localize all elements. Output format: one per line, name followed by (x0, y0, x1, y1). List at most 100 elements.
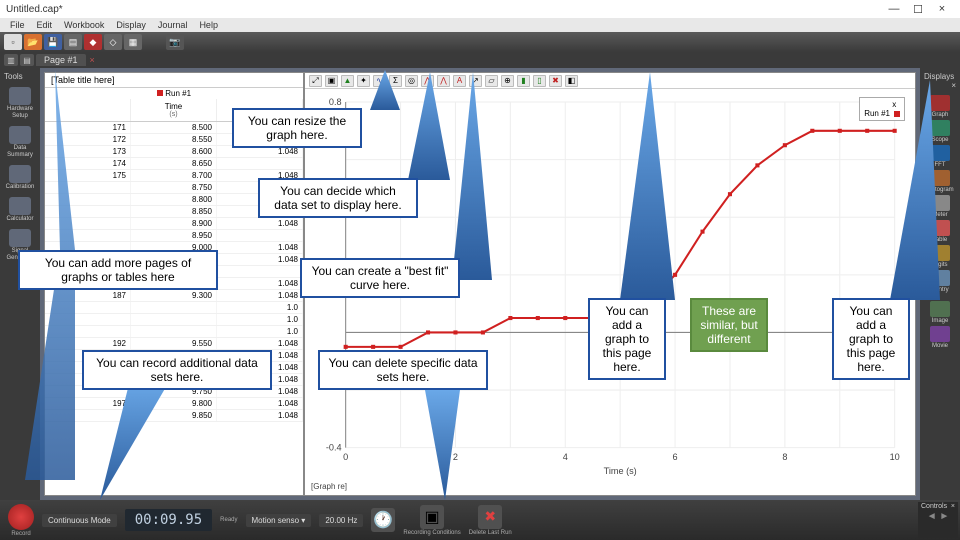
stats-icon[interactable]: Σ (389, 75, 402, 87)
maximize-button[interactable]: ☐ (906, 3, 930, 16)
curve-fit-icon[interactable]: ∿ (373, 75, 386, 87)
menu-display[interactable]: Display (116, 20, 146, 30)
timer-display: 00:09.95 (125, 509, 212, 531)
table-row[interactable]: 1.0 (45, 326, 303, 338)
display-movie[interactable]: Movie (922, 325, 958, 350)
table-row[interactable]: 1748.650 (45, 158, 303, 170)
display-table[interactable]: Table (922, 219, 958, 244)
controls-close-icon[interactable]: × (951, 503, 955, 510)
save-icon[interactable]: 💾 (44, 34, 62, 50)
area-icon[interactable]: ▱ (485, 75, 498, 87)
workbook-icon[interactable]: ▥ (4, 54, 18, 66)
displays-header: Displays× (922, 70, 958, 92)
annotate-icon[interactable]: A (453, 75, 466, 87)
coord-icon[interactable]: ◎ (405, 75, 418, 87)
zoom-icon[interactable]: ⊕ (501, 75, 514, 87)
displays-close-icon[interactable]: × (951, 81, 956, 90)
table-row[interactable]: 8.9001.048 (45, 218, 303, 230)
slope-icon[interactable]: ↗ (469, 75, 482, 87)
display-fft[interactable]: FFT (922, 144, 958, 169)
journal-icon[interactable]: ▦ (124, 34, 142, 50)
add-page-icon[interactable]: ▤ (20, 54, 34, 66)
tool-icon-1[interactable]: ◆ (84, 34, 102, 50)
main-toolbar: ▫ 📂 💾 ▤ ◆ ◇ ▦ 📷 (0, 32, 960, 52)
controls-arrows[interactable]: ◄ ► (918, 511, 958, 522)
data-select-icon[interactable]: ▲ (341, 75, 354, 87)
graph-legend[interactable]: x Run #1 (859, 97, 905, 121)
display-scope[interactable]: Scope (922, 119, 958, 144)
display-histogram[interactable]: Histogram (922, 169, 958, 194)
gear-icon[interactable]: ✦ (357, 75, 370, 87)
menu-journal[interactable]: Journal (158, 20, 188, 30)
display-text-entry-box[interactable]: Text Entry Box (922, 269, 958, 300)
callout-bestfit: You can create a "best fit" curve here. (300, 258, 460, 298)
delete-data-icon[interactable]: ✖ (549, 75, 562, 87)
control-bar: Record Continuous Mode 00:09.95 Ready Mo… (0, 500, 960, 540)
clock-icon[interactable]: 🕐 (371, 508, 395, 532)
col-index[interactable] (45, 99, 131, 121)
sidebar-calculator[interactable]: Calculator (2, 195, 38, 225)
callout-record: You can record additional data sets here… (82, 350, 272, 390)
sidebar-data-summary[interactable]: Data Summary (2, 124, 38, 161)
open-icon[interactable]: 📂 (24, 34, 42, 50)
export-icon[interactable]: ▤ (64, 34, 82, 50)
multi-y-icon[interactable]: ▯ (533, 75, 546, 87)
minimize-button[interactable]: — (882, 3, 906, 15)
graph-toolbar: ⤢ ▣ ▲ ✦ ∿ Σ ◎ ⋀ ⋀ A ↗ ▱ ⊕ ▮ ▯ ✖ ◧ (305, 73, 915, 89)
page-tab[interactable]: Page #1 (36, 54, 86, 66)
callout-add-graph-1: You can add a graph to this page here. (588, 298, 666, 380)
mode-selector[interactable]: Continuous Mode (42, 514, 117, 527)
table-row[interactable]: 1979.8001.048 (45, 398, 303, 410)
display-image[interactable]: Image (922, 300, 958, 325)
menu-workbook[interactable]: Workbook (64, 20, 104, 30)
table-row[interactable]: 9.8501.048 (45, 410, 303, 422)
legend-color-icon (894, 111, 900, 117)
svg-text:10: 10 (890, 452, 900, 462)
sample-rate[interactable]: 20.00 Hz (319, 514, 363, 527)
svg-text:2: 2 (453, 452, 458, 462)
ready-status: Ready (220, 517, 237, 523)
tool-b-icon[interactable]: ⋀ (437, 75, 450, 87)
display-digits[interactable]: Digits (922, 244, 958, 269)
rescale-icon[interactable]: ▣ (325, 75, 338, 87)
add-graph-icon[interactable]: ▮ (517, 75, 530, 87)
snapshot-icon[interactable]: 📷 (166, 34, 184, 50)
table-row[interactable]: 1.0 (45, 314, 303, 326)
menu-file[interactable]: File (10, 20, 25, 30)
table-run-label: Run #1 (45, 88, 303, 99)
svg-text:Time (s): Time (s) (604, 466, 637, 476)
table-row[interactable]: 1.0 (45, 302, 303, 314)
table-row[interactable]: 8.950 (45, 230, 303, 242)
table-row[interactable]: 1929.5501.048 (45, 338, 303, 350)
svg-text:6: 6 (673, 452, 678, 462)
sensor-selector[interactable]: Motion senso ▾ (246, 514, 312, 527)
col-time[interactable]: Time(s) (131, 99, 217, 121)
graph-bottom-label[interactable]: [Graph re] (305, 481, 915, 492)
record-label: Record (11, 531, 30, 537)
resize-icon[interactable]: ⤢ (309, 75, 322, 87)
table-row[interactable]: 1879.3001.048 (45, 290, 303, 302)
props-icon[interactable]: ◧ (565, 75, 578, 87)
menu-help[interactable]: Help (199, 20, 218, 30)
svg-text:0: 0 (343, 452, 348, 462)
record-button[interactable] (8, 504, 34, 530)
tool-a-icon[interactable]: ⋀ (421, 75, 434, 87)
callout-similar: These are similar, but different (690, 298, 768, 352)
svg-text:-0.4: -0.4 (326, 443, 342, 453)
sidebar-hardware-setup[interactable]: Hardware Setup (2, 85, 38, 122)
new-doc-icon[interactable]: ▫ (4, 34, 22, 50)
close-button[interactable]: × (930, 3, 954, 15)
callout-pages: You can add more pages of graphs or tabl… (18, 250, 218, 290)
display-meter[interactable]: Meter (922, 194, 958, 219)
table-title[interactable]: [Table title here] (45, 73, 303, 88)
tool-icon-2[interactable]: ◇ (104, 34, 122, 50)
delete-run-button[interactable]: ✖ (478, 505, 502, 529)
callout-add-graph-2: You can add a graph to this page here. (832, 298, 910, 380)
window-title: Untitled.cap* (6, 4, 63, 15)
rec-conditions-button[interactable]: ▣ (420, 505, 444, 529)
sidebar-calibration[interactable]: Calibration (2, 163, 38, 193)
display-graph[interactable]: Graph (922, 94, 958, 119)
menu-edit[interactable]: Edit (37, 20, 53, 30)
svg-text:4: 4 (563, 452, 568, 462)
tab-close-icon[interactable]: × (90, 55, 95, 65)
